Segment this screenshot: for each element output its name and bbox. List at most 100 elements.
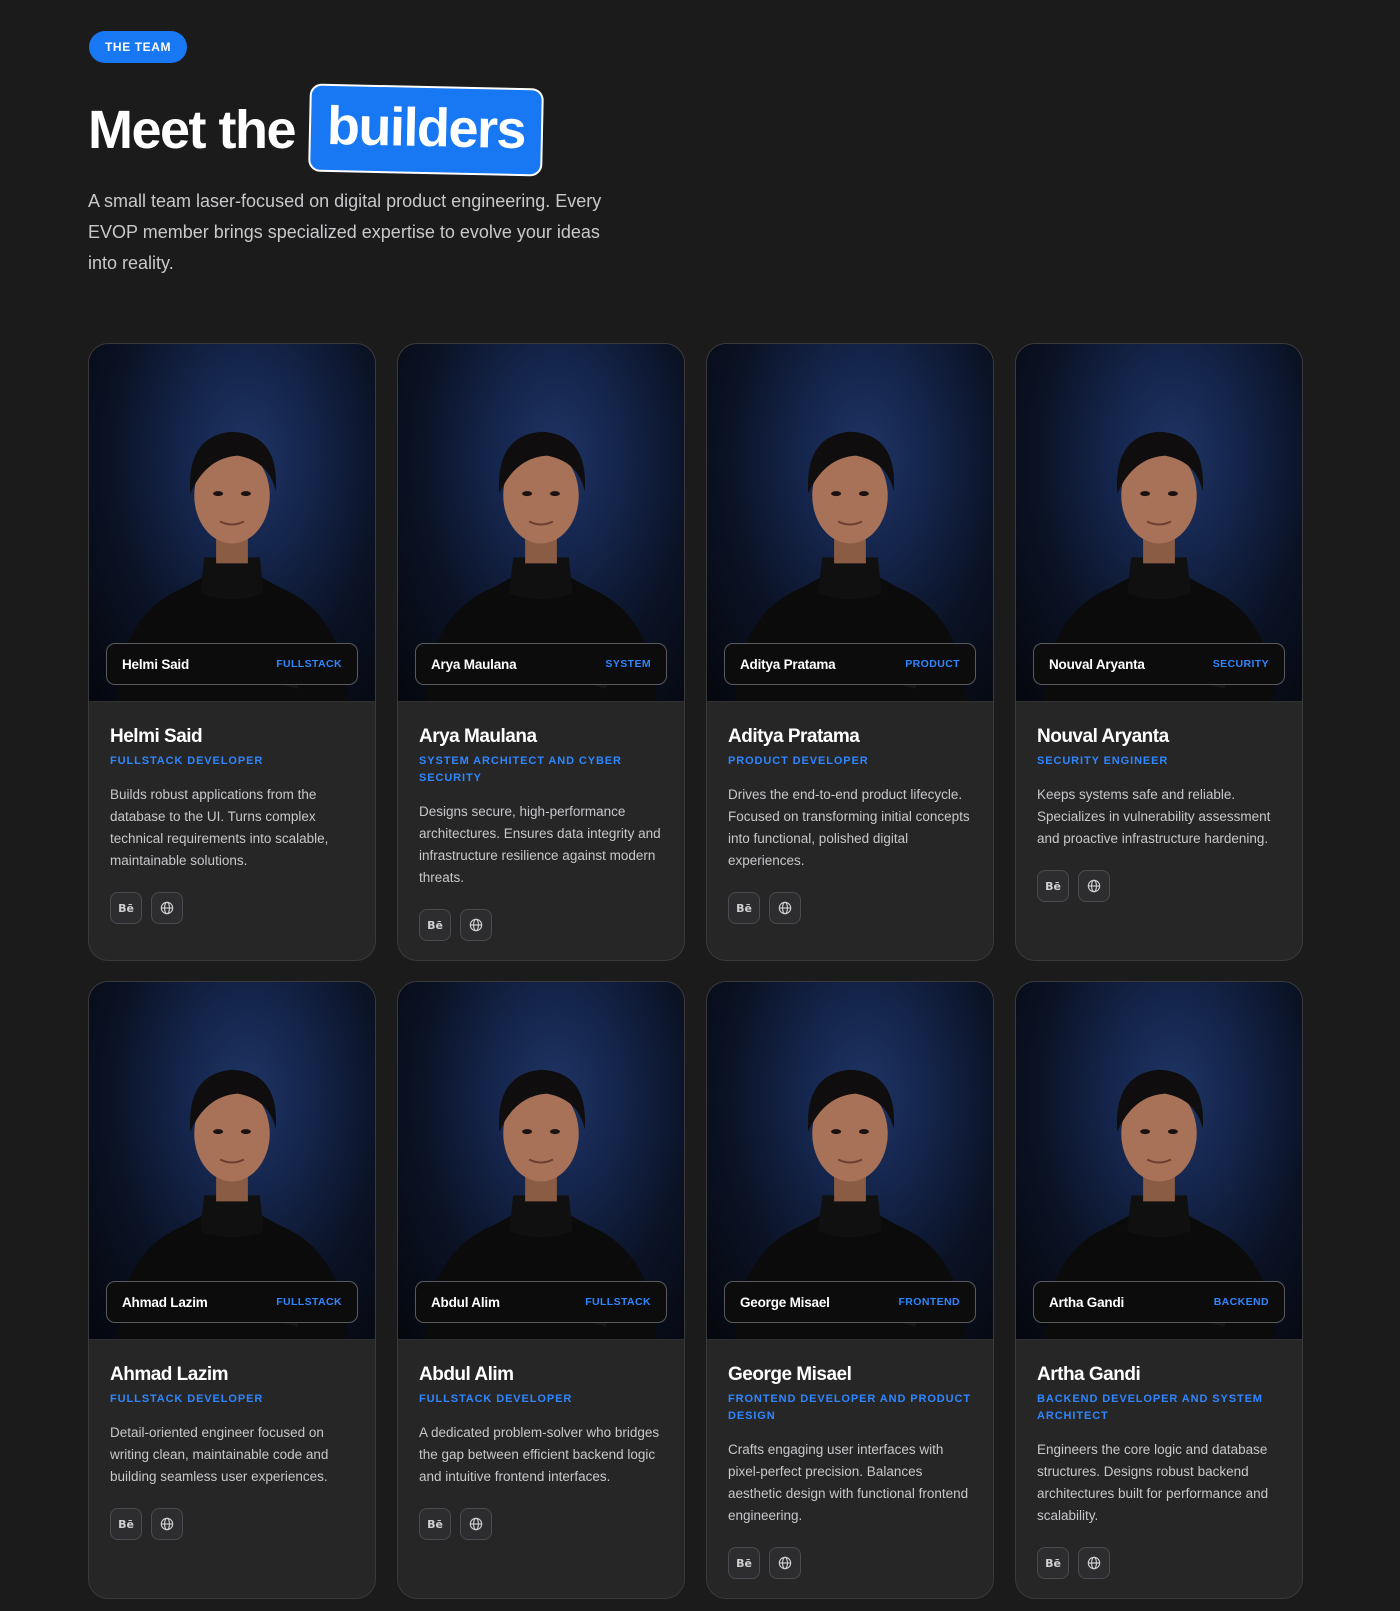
photo-name: Aditya Pratama	[740, 656, 836, 672]
behance-icon[interactable]: Bē	[110, 892, 142, 924]
team-grid: Helmi Said FULLSTACK Helmi Said FULLSTAC…	[88, 343, 1303, 1599]
behance-icon[interactable]: Bē	[1037, 870, 1069, 902]
title-plain: Meet the	[88, 100, 297, 160]
member-description: A dedicated problem-solver who bridges t…	[419, 1425, 660, 1484]
specialty-tag: FULLSTACK	[276, 1296, 342, 1308]
photo-name-bar: Abdul Alim FULLSTACK	[415, 1281, 667, 1323]
member-name: Aditya Pratama	[728, 726, 860, 747]
title-highlight: builders	[308, 83, 544, 177]
member-name: Artha Gandi	[1037, 1364, 1141, 1385]
member-info: Artha Gandi BACKEND DEVELOPER AND SYSTEM…	[1016, 1340, 1302, 1579]
team-card: Helmi Said FULLSTACK Helmi Said FULLSTAC…	[88, 343, 376, 961]
section-intro: A small team laser-focused on digital pr…	[88, 191, 602, 273]
photo-name: Nouval Aryanta	[1049, 656, 1145, 672]
member-name: Helmi Said	[110, 726, 203, 747]
social-links: Bē	[110, 1508, 354, 1540]
specialty-tag: PRODUCT	[905, 658, 960, 670]
social-links: Bē	[1037, 870, 1281, 902]
team-card: Artha Gandi BACKEND Artha Gandi BACKEND …	[1015, 981, 1303, 1599]
behance-icon[interactable]: Bē	[728, 1547, 760, 1579]
social-links: Bē	[1037, 1547, 1281, 1579]
member-photo: Ahmad Lazim FULLSTACK	[89, 982, 375, 1340]
member-name: Arya Maulana	[419, 726, 537, 747]
social-links: Bē	[110, 892, 354, 924]
specialty-tag: SECURITY	[1212, 658, 1269, 670]
team-card: George Misael FRONTEND George Misael FRO…	[706, 981, 994, 1599]
section-badge: THE TEAM	[89, 31, 188, 63]
member-info: George Misael FRONTEND DEVELOPER AND PRO…	[707, 1340, 993, 1579]
member-photo: Helmi Said FULLSTACK	[89, 344, 375, 702]
member-description: Drives the end-to-end product lifecycle.…	[728, 787, 970, 868]
member-description: Engineers the core logic and database st…	[1037, 1442, 1269, 1523]
photo-name-bar: Artha Gandi BACKEND	[1033, 1281, 1285, 1323]
member-role: BACKEND DEVELOPER AND SYSTEM ARCHITECT	[1037, 1393, 1263, 1422]
member-info: Helmi Said FULLSTACK DEVELOPER Builds ro…	[89, 702, 375, 924]
member-name: George Misael	[728, 1364, 852, 1385]
globe-icon[interactable]	[460, 909, 492, 941]
member-role: FULLSTACK DEVELOPER	[419, 1393, 573, 1405]
member-info: Nouval Aryanta SECURITY ENGINEER Keeps s…	[1016, 702, 1302, 902]
member-description: Crafts engaging user interfaces with pix…	[728, 1442, 969, 1523]
member-info: Ahmad Lazim FULLSTACK DEVELOPER Detail-o…	[89, 1340, 375, 1540]
photo-name-bar: George Misael FRONTEND	[724, 1281, 976, 1323]
photo-name-bar: Ahmad Lazim FULLSTACK	[106, 1281, 358, 1323]
photo-name: Artha Gandi	[1049, 1294, 1125, 1310]
member-photo: Aditya Pratama PRODUCT	[707, 344, 993, 702]
member-role: FULLSTACK DEVELOPER	[110, 1393, 264, 1405]
team-card: Arya Maulana SYSTEM Arya Maulana SYSTEM …	[397, 343, 685, 961]
member-photo: Arya Maulana SYSTEM	[398, 344, 684, 702]
member-description: Builds robust applications from the data…	[110, 787, 329, 868]
member-role: FULLSTACK DEVELOPER	[110, 755, 264, 767]
member-info: Abdul Alim FULLSTACK DEVELOPER A dedicat…	[398, 1340, 684, 1540]
member-role: SYSTEM ARCHITECT AND CYBER SECURITY	[419, 755, 622, 784]
behance-icon[interactable]: Bē	[728, 892, 760, 924]
member-role: SECURITY ENGINEER	[1037, 755, 1169, 767]
photo-name-bar: Aditya Pratama PRODUCT	[724, 643, 976, 685]
photo-name: Helmi Said	[122, 656, 190, 672]
photo-name-bar: Nouval Aryanta SECURITY	[1033, 643, 1285, 685]
behance-icon[interactable]: Bē	[419, 1508, 451, 1540]
globe-icon[interactable]	[151, 1508, 183, 1540]
member-name: Abdul Alim	[419, 1364, 514, 1385]
specialty-tag: FULLSTACK	[585, 1296, 651, 1308]
member-photo: George Misael FRONTEND	[707, 982, 993, 1340]
member-description: Designs secure, high-performance archite…	[419, 804, 661, 885]
photo-name: Arya Maulana	[431, 656, 517, 672]
globe-icon[interactable]	[1078, 1547, 1110, 1579]
member-info: Aditya Pratama PRODUCT DEVELOPER Drives …	[707, 702, 993, 924]
globe-icon[interactable]	[1078, 870, 1110, 902]
globe-icon[interactable]	[769, 892, 801, 924]
behance-icon[interactable]: Bē	[419, 909, 451, 941]
photo-name: Ahmad Lazim	[122, 1294, 208, 1310]
social-links: Bē	[419, 909, 663, 941]
photo-name-bar: Helmi Said FULLSTACK	[106, 643, 358, 685]
member-description: Keeps systems safe and reliable. Special…	[1037, 787, 1271, 846]
team-card: Nouval Aryanta SECURITY Nouval Aryanta S…	[1015, 343, 1303, 961]
globe-icon[interactable]	[769, 1547, 801, 1579]
social-links: Bē	[728, 892, 972, 924]
social-links: Bē	[728, 1547, 972, 1579]
globe-icon[interactable]	[151, 892, 183, 924]
member-role: FRONTEND DEVELOPER AND PRODUCT DESIGN	[728, 1393, 971, 1422]
member-role: PRODUCT DEVELOPER	[728, 755, 869, 767]
behance-icon[interactable]: Bē	[1037, 1547, 1069, 1579]
specialty-tag: BACKEND	[1213, 1296, 1269, 1308]
social-links: Bē	[419, 1508, 663, 1540]
member-photo: Artha Gandi BACKEND	[1016, 982, 1302, 1340]
member-name: Ahmad Lazim	[110, 1364, 229, 1385]
specialty-tag: FULLSTACK	[276, 658, 342, 670]
page-title: Meet the builders	[88, 83, 544, 177]
photo-name: Abdul Alim	[431, 1294, 500, 1310]
member-info: Arya Maulana SYSTEM ARCHITECT AND CYBER …	[398, 702, 684, 941]
team-card: Aditya Pratama PRODUCT Aditya Pratama PR…	[706, 343, 994, 961]
member-photo: Nouval Aryanta SECURITY	[1016, 344, 1302, 702]
globe-icon[interactable]	[460, 1508, 492, 1540]
specialty-tag: FRONTEND	[898, 1296, 960, 1308]
behance-icon[interactable]: Bē	[110, 1508, 142, 1540]
member-name: Nouval Aryanta	[1037, 726, 1169, 747]
member-photo: Abdul Alim FULLSTACK	[398, 982, 684, 1340]
photo-name: George Misael	[740, 1294, 830, 1310]
member-description: Detail-oriented engineer focused on writ…	[110, 1425, 329, 1484]
team-card: Ahmad Lazim FULLSTACK Ahmad Lazim FULLST…	[88, 981, 376, 1599]
specialty-tag: SYSTEM	[605, 658, 651, 670]
